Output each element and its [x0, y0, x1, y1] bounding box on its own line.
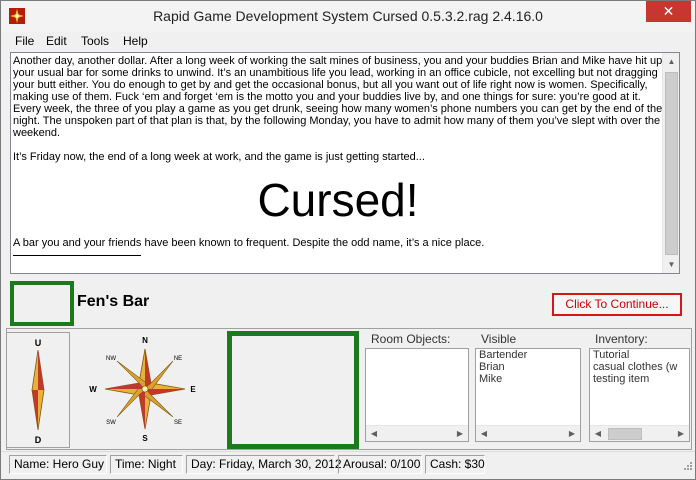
room-name: Fen's Bar [77, 293, 150, 310]
compass-rose: N NE E SE S SW W NW [73, 332, 221, 448]
menu-bar: File Edit Tools Help [1, 32, 695, 52]
game-title-text: Cursed! [257, 174, 419, 226]
status-arousal: Arousal: 0/100 [338, 455, 422, 474]
compass-southeast[interactable]: SE [174, 420, 182, 426]
up-down-compass-icon: U D [31, 338, 45, 445]
compass-northeast[interactable]: NE [174, 356, 182, 362]
status-day: Day: Friday, March 30, 2012 [186, 455, 342, 474]
status-time: Time: Night [110, 455, 183, 474]
story-text-pane[interactable]: Another day, another dollar. After a lon… [10, 52, 680, 274]
status-bar: Name: Hero Guy Time: Night Day: Friday, … [1, 451, 695, 475]
window-title: Rapid Game Development System Cursed 0.5… [153, 8, 543, 24]
menu-tools[interactable]: Tools [81, 34, 109, 48]
compass-south[interactable]: S [142, 434, 148, 443]
visible-characters-scrollbar[interactable]: ◀ ▶ [476, 425, 580, 441]
divider-line [13, 255, 141, 256]
resize-grip-icon[interactable] [681, 461, 693, 473]
compass-rose-icon: N NE E SE S SW W NW [89, 336, 196, 443]
menu-edit[interactable]: Edit [46, 34, 67, 48]
story-scrollbar[interactable]: ▲ ▼ [662, 53, 679, 273]
visible-characters-group: Visible Characters: Bartender Brian Mike… [475, 332, 581, 447]
scroll-down-icon[interactable]: ▼ [663, 256, 679, 273]
inventory-scrollbar[interactable]: ◀ ▶ [590, 425, 689, 441]
status-name: Name: Hero Guy [9, 455, 107, 474]
scroll-up-icon[interactable]: ▲ [663, 53, 679, 70]
inventory-list[interactable]: Tutorial casual clothes (w testing item … [589, 348, 690, 442]
scroll-right-icon[interactable]: ▶ [564, 426, 580, 441]
scroll-right-icon[interactable]: ▶ [452, 426, 468, 441]
room-image-frame [10, 281, 74, 326]
scroll-thumb[interactable] [608, 428, 642, 440]
room-objects-group: Room Objects: ◀ ▶ [365, 332, 469, 447]
menu-help[interactable]: Help [123, 34, 148, 48]
inventory-item[interactable]: casual clothes (w [590, 361, 689, 373]
story-content: Another day, another dollar. After a lon… [13, 55, 663, 256]
story-paragraph: It’s Friday now, the end of a long week … [13, 151, 425, 163]
scroll-left-icon[interactable]: ◀ [590, 426, 606, 441]
character-view-frame [227, 331, 359, 449]
compass-north[interactable]: N [142, 336, 148, 345]
room-objects-list[interactable]: ◀ ▶ [365, 348, 469, 442]
scroll-left-icon[interactable]: ◀ [366, 426, 382, 441]
inventory-label: Inventory: [595, 332, 648, 346]
title-bar[interactable]: Rapid Game Development System Cursed 0.5… [1, 1, 695, 32]
close-button[interactable]: ✕ [646, 1, 691, 22]
character-item[interactable]: Brian [476, 361, 580, 373]
scroll-thumb[interactable] [665, 72, 678, 255]
compass-up-label[interactable]: U [35, 338, 42, 348]
up-down-compass: U D [6, 332, 70, 448]
scroll-left-icon[interactable]: ◀ [476, 426, 492, 441]
character-item[interactable]: Bartender [476, 349, 580, 361]
story-paragraph: Another day, another dollar. After a lon… [13, 55, 663, 139]
room-objects-scrollbar[interactable]: ◀ ▶ [366, 425, 468, 441]
character-item[interactable]: Mike [476, 373, 580, 385]
inventory-item[interactable]: testing item [590, 373, 689, 385]
visible-characters-list[interactable]: Bartender Brian Mike ◀ ▶ [475, 348, 581, 442]
menu-file[interactable]: File [15, 34, 34, 48]
status-cash: Cash: $30 [425, 455, 485, 474]
compass-southwest[interactable]: SW [106, 420, 116, 426]
room-objects-label: Room Objects: [371, 332, 451, 346]
compass-west[interactable]: W [89, 385, 97, 394]
continue-button[interactable]: Click To Continue... [552, 293, 682, 316]
inventory-group: Inventory: Tutorial casual clothes (w te… [589, 332, 690, 447]
app-window: Rapid Game Development System Cursed 0.5… [0, 0, 696, 480]
compass-northwest[interactable]: NW [106, 356, 116, 362]
compass-east[interactable]: E [190, 385, 196, 394]
room-description: A bar you and your friends have been kno… [13, 237, 485, 249]
scroll-right-icon[interactable]: ▶ [673, 426, 689, 441]
compass-down-label[interactable]: D [35, 435, 42, 445]
inventory-item[interactable]: Tutorial [590, 349, 689, 361]
